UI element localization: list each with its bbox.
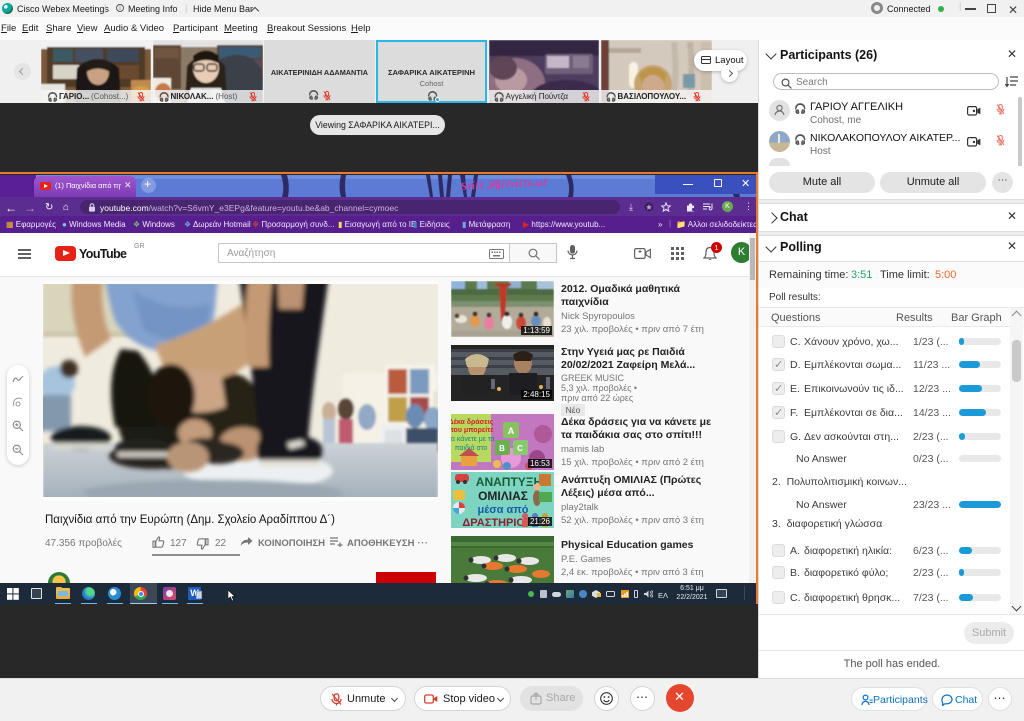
svg-text:A: A bbox=[508, 426, 515, 436]
svg-text:C: C bbox=[517, 444, 523, 453]
svg-text:B: B bbox=[499, 444, 505, 453]
svg-text:που μπορείτε: που μπορείτε bbox=[451, 427, 494, 434]
svg-text:ΟΜΙΛΙΑΣ: ΟΜΙΛΙΑΣ bbox=[478, 489, 528, 503]
svg-text:Δέκα δράσεις: Δέκα δράσεις bbox=[451, 419, 494, 426]
svg-text:μέσα από: μέσα από bbox=[478, 504, 529, 516]
svg-text:να κάνετε με τα: να κάνετε με τα bbox=[451, 435, 495, 443]
svg-text:ΑΝΑΠΤΥΞΗ: ΑΝΑΠΤΥΞΗ bbox=[476, 475, 542, 489]
